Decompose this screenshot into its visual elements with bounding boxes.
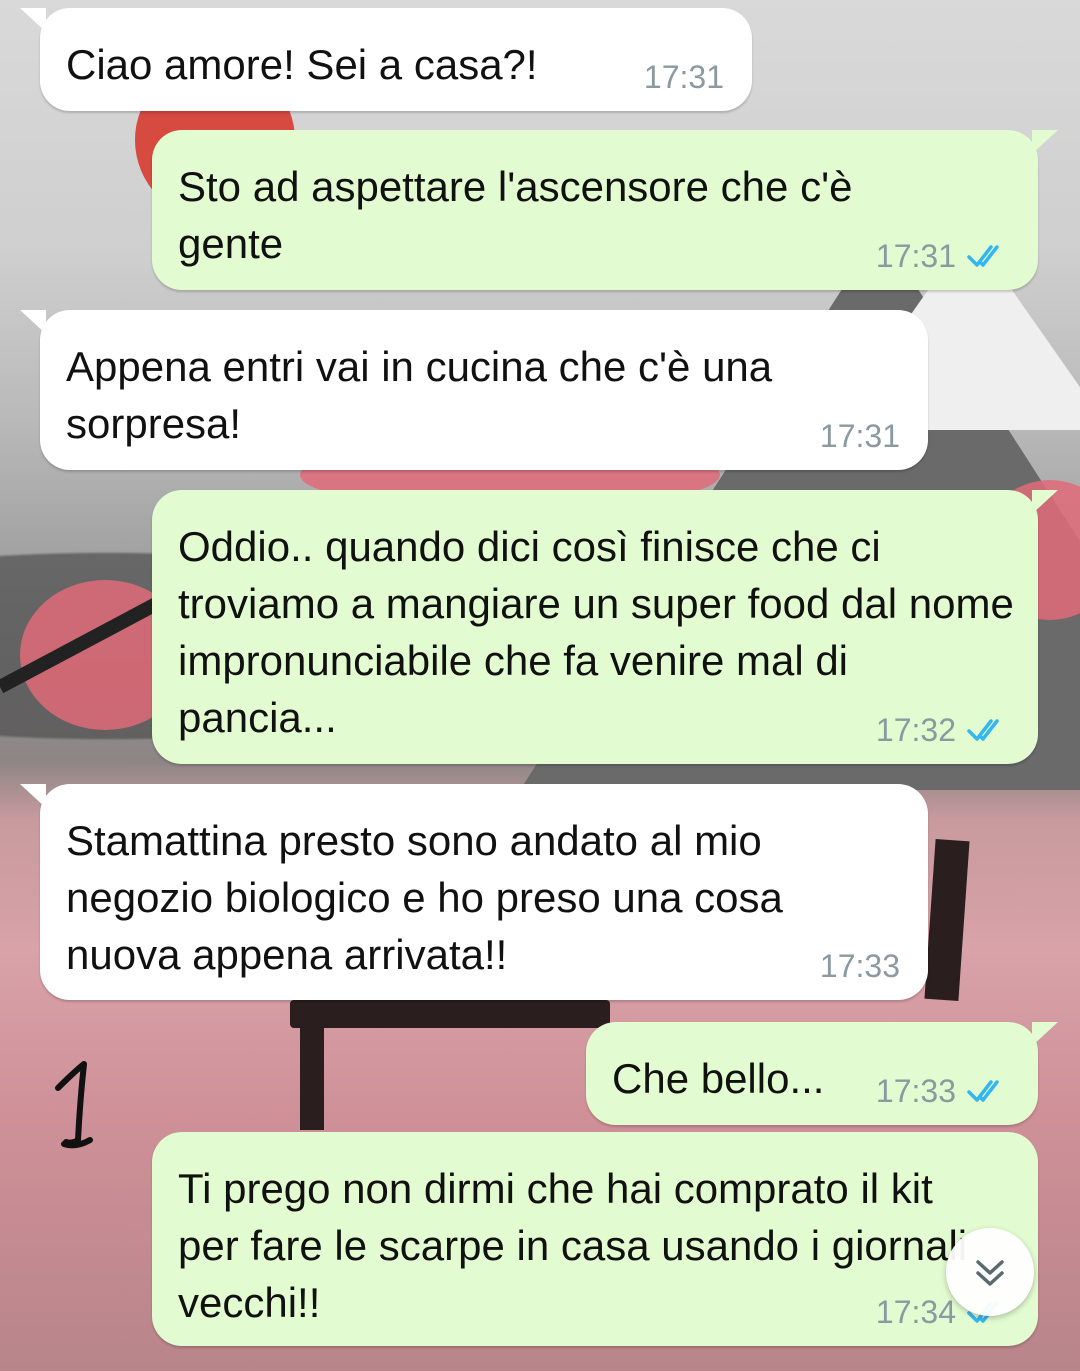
message-text: Sto ad aspettare l'ascensore che c'è gen… — [178, 163, 853, 267]
message-meta: 17:31 — [876, 236, 1010, 276]
double-check-icon — [967, 1080, 999, 1102]
double-chevron-down-icon — [976, 1260, 1004, 1286]
message-time: 17:33 — [819, 948, 900, 984]
message-meta: 17:32 — [876, 710, 1010, 750]
message-bubble-incoming[interactable]: Stamattina presto sono andato al mio neg… — [20, 784, 928, 1000]
message-time: 17:31 — [819, 418, 900, 454]
message-text: Stamattina presto sono andato al mio neg… — [66, 817, 783, 978]
annotation-text: 1 — [44, 1060, 45, 1061]
wallpaper-torii-beam — [290, 1000, 610, 1028]
message-time: 17:34 — [875, 1294, 956, 1330]
handwritten-annotation: 1 — [44, 1060, 93, 1149]
message-time: 17:32 — [875, 712, 956, 748]
message-bubble-outgoing[interactable]: Che bello... 17:33 — [586, 1022, 1058, 1125]
scroll-to-bottom-button[interactable] — [946, 1228, 1034, 1316]
message-bubble-outgoing[interactable]: Oddio.. quando dici così finisce che ci … — [152, 490, 1058, 764]
message-time: 17:31 — [875, 238, 956, 274]
message-meta: 17:33 — [820, 946, 900, 986]
message-text: Appena entri vai in cucina che c'è una s… — [66, 343, 773, 447]
message-bubble-incoming[interactable]: Appena entri vai in cucina che c'è una s… — [20, 310, 928, 470]
message-meta: 17:31 — [820, 416, 900, 456]
message-bubble-outgoing[interactable]: Sto ad aspettare l'ascensore che c'è gen… — [152, 130, 1058, 290]
wallpaper-torii-post — [300, 1020, 324, 1130]
message-meta: 17:33 — [876, 1071, 1010, 1111]
double-check-icon — [967, 719, 999, 741]
message-text: Ciao amore! Sei a casa?! — [66, 41, 538, 88]
message-time: 17:31 — [643, 59, 724, 95]
message-meta: 17:31 — [644, 57, 724, 97]
double-check-icon — [967, 245, 999, 267]
message-time: 17:33 — [875, 1073, 956, 1109]
message-bubble-incoming[interactable]: Ciao amore! Sei a casa?! 17:31 — [20, 8, 752, 111]
message-bubble-outgoing[interactable]: Ti prego non dirmi che hai comprato il k… — [152, 1132, 1038, 1346]
wallpaper-torii-post — [924, 839, 970, 1001]
